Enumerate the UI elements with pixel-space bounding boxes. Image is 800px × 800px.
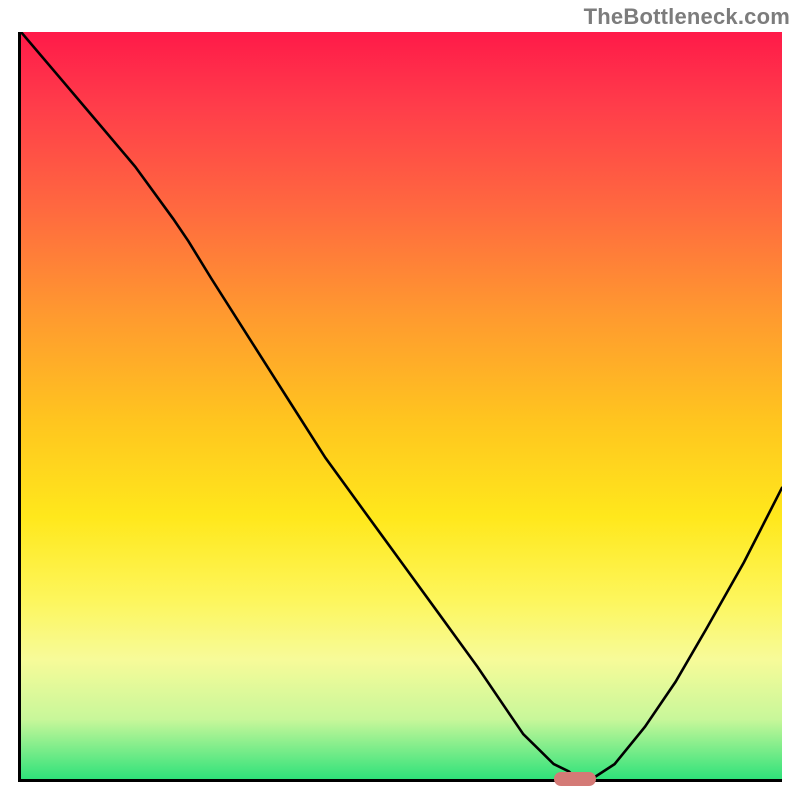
plot-area: [18, 32, 782, 782]
line-plot: [21, 32, 782, 779]
chart-container: TheBottleneck.com: [0, 0, 800, 800]
optimal-marker: [554, 772, 596, 786]
curve-path: [21, 32, 782, 779]
watermark-text: TheBottleneck.com: [584, 4, 790, 30]
